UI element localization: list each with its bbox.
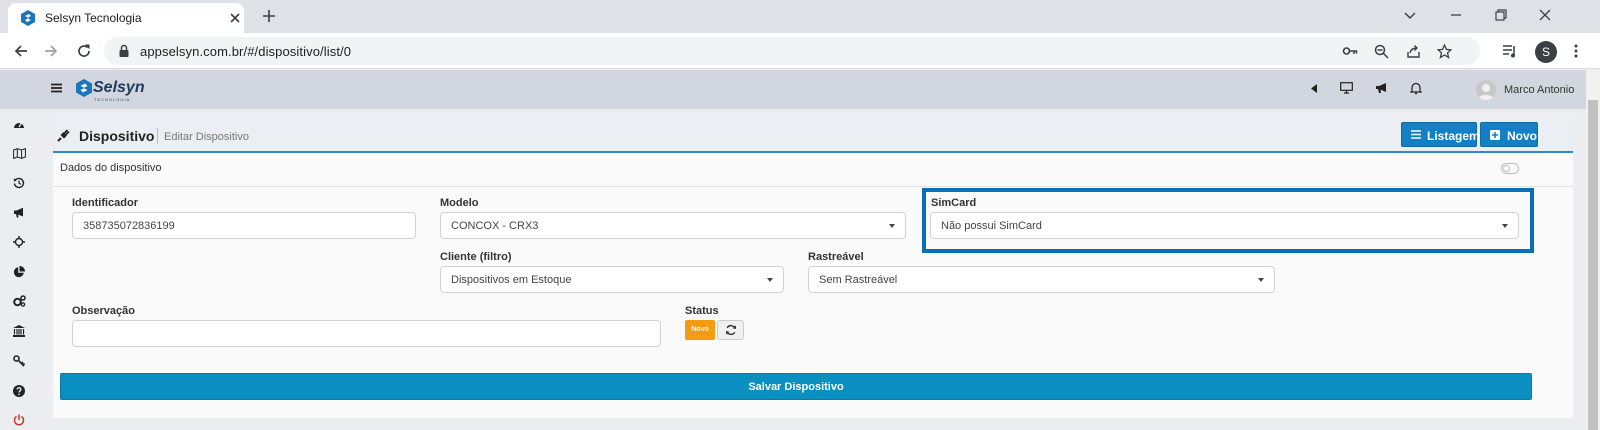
- status-refresh-button[interactable]: [717, 320, 744, 340]
- key-icon[interactable]: [13, 355, 25, 367]
- device-panel: Dispositivo Editar Dispositivo Listagem …: [53, 119, 1573, 418]
- rastreavel-select[interactable]: Sem Rastreável: [808, 266, 1275, 293]
- cliente-select[interactable]: Dispositivos em Estoque: [440, 266, 784, 293]
- map-icon[interactable]: [13, 148, 26, 159]
- sidebar: [0, 109, 40, 430]
- listagem-button[interactable]: Listagem: [1401, 122, 1480, 147]
- plus-square-icon: [1490, 130, 1500, 140]
- brand-tagline: TECNOLOGIA: [94, 97, 131, 102]
- cliente-value: Dispositivos em Estoque: [451, 274, 572, 286]
- rastreavel-value: Sem Rastreável: [819, 274, 898, 286]
- bank-icon[interactable]: [13, 325, 25, 337]
- plug-icon: [57, 128, 71, 142]
- novo-label: Novo: [1507, 129, 1537, 143]
- forward-icon[interactable]: [43, 43, 59, 59]
- share-icon[interactable]: [1406, 44, 1421, 59]
- observacao-input[interactable]: [72, 320, 661, 347]
- reload-icon[interactable]: [76, 43, 92, 59]
- history-icon[interactable]: [13, 177, 25, 189]
- refresh-icon: [726, 324, 736, 336]
- page-title: Dispositivo: [79, 128, 155, 144]
- monitor-icon[interactable]: [1340, 82, 1353, 94]
- minimize-icon[interactable]: [1449, 8, 1463, 22]
- panel-header: Dispositivo Editar Dispositivo Listagem …: [53, 119, 1573, 153]
- bell-icon[interactable]: [1410, 82, 1422, 95]
- section-collapse-toggle[interactable]: [1501, 163, 1519, 174]
- help-icon[interactable]: [13, 385, 25, 397]
- identificador-label: Identificador: [72, 197, 139, 209]
- browser-tab-bar: Selsyn Tecnologia: [0, 0, 1600, 33]
- window-close-icon[interactable]: [1538, 8, 1552, 22]
- status-label: Status: [685, 305, 719, 317]
- profile-avatar[interactable]: S: [1535, 41, 1557, 63]
- modelo-label: Modelo: [440, 197, 479, 209]
- back-icon[interactable]: [13, 43, 29, 59]
- cogs-icon[interactable]: [13, 295, 26, 307]
- pie-chart-icon[interactable]: [13, 266, 25, 278]
- list-icon: [1411, 130, 1421, 139]
- simcard-select[interactable]: Não possui SimCard: [930, 212, 1519, 239]
- save-device-button[interactable]: Salvar Dispositivo: [60, 373, 1532, 400]
- megaphone-icon[interactable]: [1375, 82, 1388, 94]
- hamburger-menu-icon[interactable]: [51, 83, 62, 93]
- novo-button[interactable]: Novo: [1480, 122, 1538, 147]
- simcard-label: SimCard: [931, 197, 977, 209]
- browser-menu-icon[interactable]: [1573, 43, 1579, 59]
- title-divider: [157, 128, 158, 144]
- page-subtitle: Editar Dispositivo: [164, 131, 249, 143]
- selsyn-favicon-icon: [20, 10, 36, 26]
- chevron-down-icon: [1258, 278, 1264, 282]
- modelo-select[interactable]: CONCOX - CRX3: [440, 212, 906, 239]
- omnibox[interactable]: appselsyn.com.br/#/dispositivo/list/0: [104, 37, 1480, 65]
- tab-search-icon[interactable]: [1403, 8, 1417, 22]
- app-header: Selsyn TECNOLOGIA Marco Antonio: [0, 70, 1586, 109]
- bookmark-star-icon[interactable]: [1437, 44, 1452, 59]
- user-avatar[interactable]: [1476, 80, 1496, 100]
- reading-list-icon[interactable]: [1502, 43, 1518, 59]
- crosshairs-icon[interactable]: [13, 236, 25, 248]
- chevron-down-icon: [767, 278, 773, 282]
- observacao-label: Observação: [72, 305, 135, 317]
- modelo-value: CONCOX - CRX3: [451, 220, 539, 232]
- scrollbar-thumb[interactable]: [1588, 100, 1598, 430]
- section-title: Dados do dispositivo: [60, 162, 162, 174]
- browser-toolbar: appselsyn.com.br/#/dispositivo/list/0: [0, 33, 1600, 69]
- rastreavel-label: Rastreável: [808, 251, 864, 263]
- caret-left-icon[interactable]: [1311, 84, 1317, 93]
- lock-icon[interactable]: [118, 44, 130, 58]
- status-badge: Novo: [685, 320, 715, 340]
- identificador-input[interactable]: 358735072836199: [72, 212, 416, 239]
- key-icon[interactable]: [1342, 44, 1358, 58]
- brand-name: Selsyn: [93, 79, 145, 96]
- zoom-icon[interactable]: [1374, 44, 1389, 59]
- power-icon[interactable]: [13, 414, 25, 426]
- selsyn-logo-icon: [76, 79, 92, 97]
- listagem-label: Listagem: [1427, 129, 1480, 143]
- identificador-value: 358735072836199: [83, 220, 175, 232]
- dashboard-icon[interactable]: [13, 119, 25, 130]
- user-name[interactable]: Marco Antonio: [1504, 84, 1574, 96]
- chevron-down-icon: [889, 224, 895, 228]
- simcard-value: Não possui SimCard: [941, 220, 1042, 232]
- section-divider: [53, 186, 1573, 187]
- cliente-label: Cliente (filtro): [440, 251, 512, 263]
- tab-close-icon[interactable]: [229, 12, 241, 24]
- new-tab-icon[interactable]: [262, 9, 276, 23]
- page-scrollbar[interactable]: [1586, 70, 1600, 430]
- restore-icon[interactable]: [1494, 8, 1508, 22]
- url-text: appselsyn.com.br/#/dispositivo/list/0: [140, 44, 352, 59]
- tab-title: Selsyn Tecnologia: [45, 11, 142, 25]
- announcement-icon[interactable]: [13, 207, 25, 218]
- browser-tab[interactable]: Selsyn Tecnologia: [8, 3, 244, 33]
- chevron-down-icon: [1502, 224, 1508, 228]
